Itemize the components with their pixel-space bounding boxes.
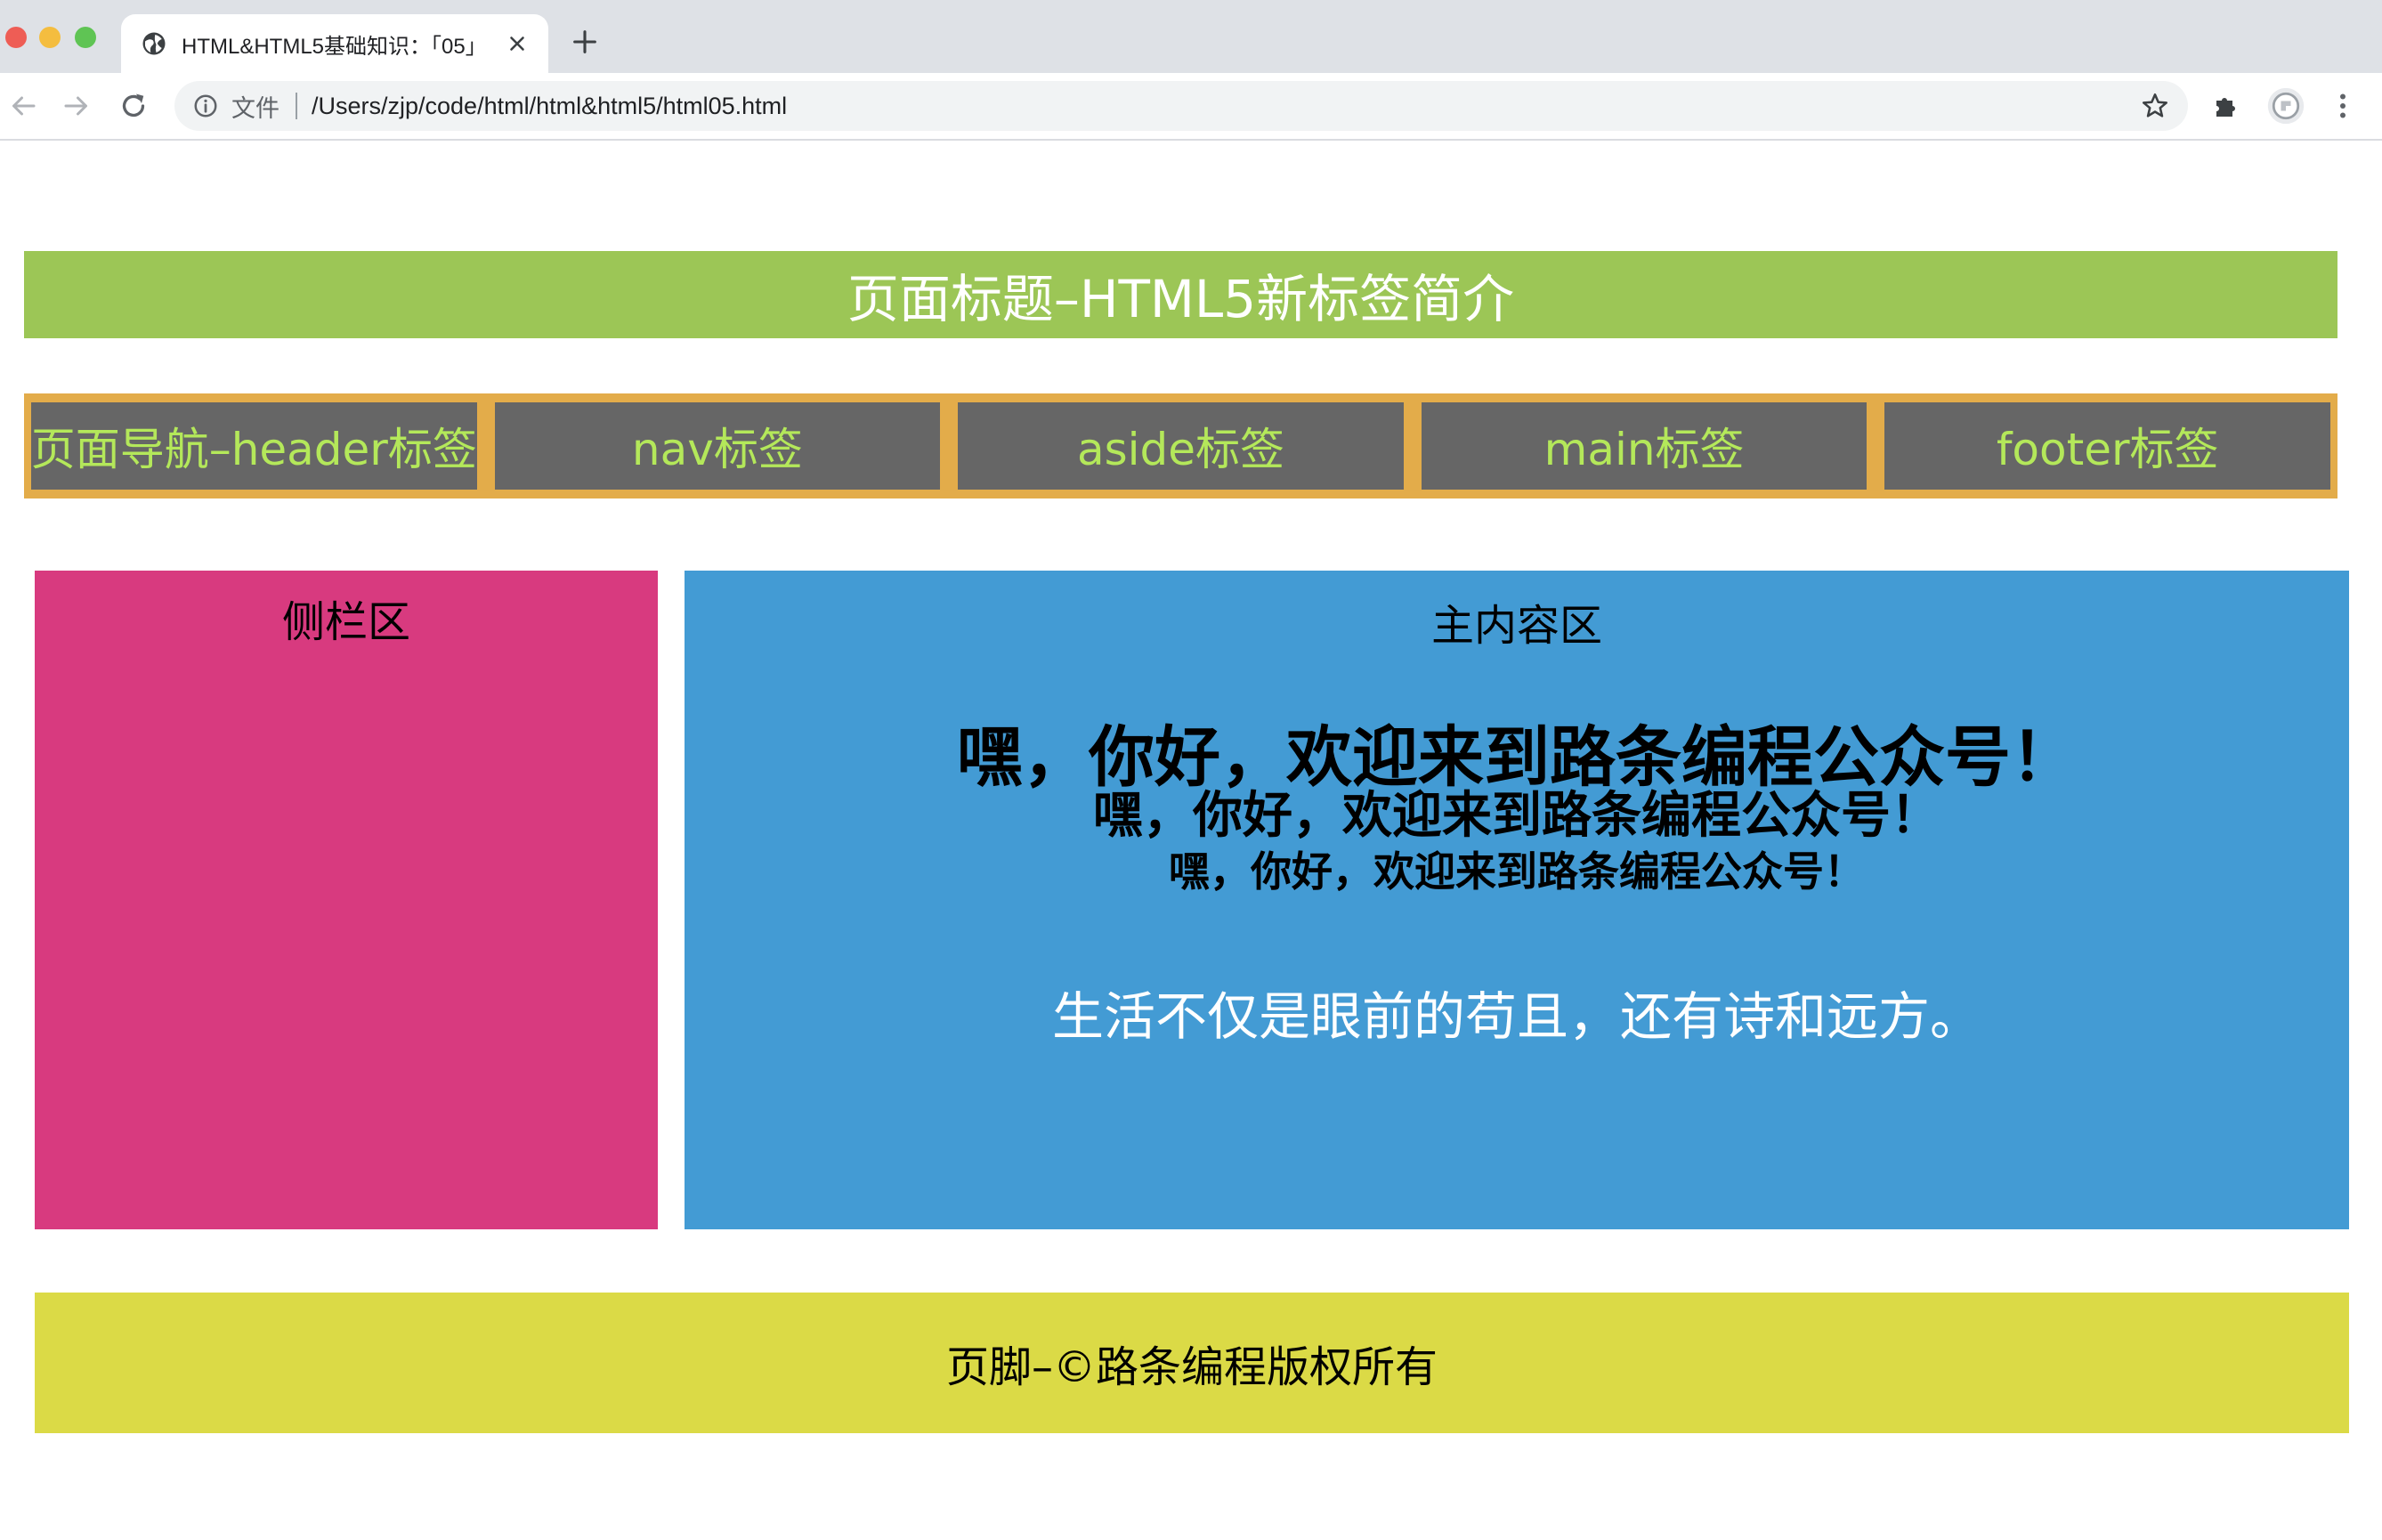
avatar-icon[interactable] <box>2266 86 2305 126</box>
page-footer: 页脚–©路条编程版权所有 <box>35 1293 2349 1433</box>
browser-tab-active[interactable]: HTML&HTML5基础知识：「05」 <box>121 14 548 73</box>
greeting-heading-2: 嘿，你好，欢迎来到路条编程公众号！ <box>1093 787 1940 845</box>
main-content-area: 主内容区 嘿，你好，欢迎来到路条编程公众号！ 嘿，你好，欢迎来到路条编程公众号！… <box>685 571 2349 1229</box>
info-icon[interactable] <box>192 93 219 119</box>
toolbar-divider <box>0 139 2382 141</box>
star-icon[interactable] <box>2140 91 2170 121</box>
page-header: 页面标题–HTML5新标签简介 <box>24 251 2337 338</box>
window-close-button[interactable] <box>5 27 27 48</box>
main-title: 主内容区 <box>1430 601 1602 651</box>
reload-icon[interactable] <box>117 90 150 122</box>
nav-item-nav: nav标签 <box>494 402 941 490</box>
sidebar-area: 侧栏区 <box>35 571 658 1229</box>
kebab-menu-icon[interactable] <box>2327 90 2359 122</box>
tab-strip: HTML&HTML5基础知识：「05」 <box>0 0 2382 73</box>
greeting-heading-3: 嘿，你好，欢迎来到路条编程公众号！ <box>1169 847 1865 896</box>
tab-title: HTML&HTML5基础知识：「05」 <box>182 34 487 59</box>
globe-icon <box>142 32 166 55</box>
address-scheme-chip: 文件 <box>231 94 280 122</box>
page-nav: 页面导航–header标签 nav标签 aside标签 main标签 foote… <box>24 393 2337 498</box>
nav-item-main: main标签 <box>1421 402 1868 490</box>
address-url[interactable]: /Users/zjp/code/html/html&html5/html05.h… <box>312 93 2140 120</box>
puzzle-icon[interactable] <box>2211 90 2243 122</box>
nav-item-aside: aside标签 <box>958 402 1404 490</box>
browser-toolbar: 文件 /Users/zjp/code/html/html&html5/html0… <box>0 73 2382 139</box>
sidebar-title: 侧栏区 <box>281 597 410 647</box>
window-minimize-button[interactable] <box>39 27 61 48</box>
page-title: 页面标题–HTML5新标签简介 <box>847 269 1515 329</box>
motto-text: 生活不仅是眼前的苟且，还有诗和远方。 <box>1051 986 1981 1047</box>
nav-item-header: 页面导航–header标签 <box>31 402 477 490</box>
window-zoom-button[interactable] <box>75 27 96 48</box>
address-bar[interactable]: 文件 /Users/zjp/code/html/html&html5/html0… <box>174 81 2188 131</box>
address-separator <box>296 93 297 119</box>
footer-text: 页脚–©路条编程版权所有 <box>945 1342 1438 1392</box>
arrow-right-icon[interactable] <box>61 90 93 122</box>
arrow-left-icon[interactable] <box>7 90 39 122</box>
plus-icon[interactable] <box>570 27 600 57</box>
nav-item-footer: footer标签 <box>1884 402 2330 490</box>
close-icon[interactable] <box>506 32 529 55</box>
